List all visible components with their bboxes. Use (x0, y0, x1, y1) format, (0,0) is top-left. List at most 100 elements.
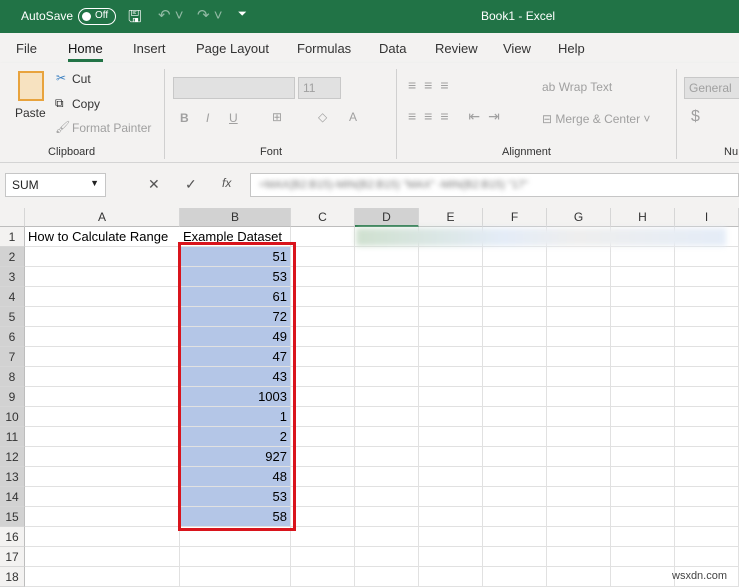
select-all-corner[interactable] (0, 208, 25, 227)
italic-button[interactable]: I (206, 111, 209, 125)
cell[interactable] (25, 307, 180, 327)
cell[interactable] (611, 367, 675, 387)
row-header[interactable]: 12 (0, 447, 25, 467)
tab-file[interactable]: File (16, 41, 37, 56)
cell[interactable] (547, 507, 611, 527)
cancel-icon[interactable]: ✕ (148, 176, 160, 193)
column-header[interactable]: H (611, 208, 675, 227)
cell[interactable] (25, 427, 180, 447)
vertical-align-icons[interactable]: ≡≡≡ (408, 77, 457, 93)
cell[interactable] (355, 427, 419, 447)
cell[interactable] (355, 487, 419, 507)
row-header[interactable]: 6 (0, 327, 25, 347)
insert-function-button[interactable]: fx (222, 176, 231, 190)
cell[interactable] (25, 527, 180, 547)
row-header[interactable]: 7 (0, 347, 25, 367)
cell[interactable] (611, 467, 675, 487)
cell[interactable] (25, 287, 180, 307)
cell[interactable] (419, 307, 483, 327)
worksheet-grid[interactable]: A B C D E F G H I 1 How to Calculate Range Example … (0, 208, 739, 587)
cell[interactable] (611, 507, 675, 527)
redo-icon[interactable]: ↷ ˅ (197, 6, 223, 24)
tab-review[interactable]: Review (435, 41, 478, 56)
cell[interactable] (355, 527, 419, 547)
row-header[interactable]: 15 (0, 507, 25, 527)
cell[interactable] (355, 467, 419, 487)
cell[interactable] (355, 407, 419, 427)
cell[interactable] (547, 567, 611, 587)
cell[interactable] (547, 467, 611, 487)
cell[interactable] (25, 327, 180, 347)
row-header[interactable]: 10 (0, 407, 25, 427)
cell[interactable] (419, 347, 483, 367)
cell[interactable] (547, 427, 611, 447)
cell[interactable] (291, 427, 355, 447)
cell[interactable] (291, 327, 355, 347)
cell[interactable] (483, 447, 547, 467)
column-header[interactable]: D (355, 208, 419, 227)
customize-qat-icon[interactable]: ⏷ (238, 8, 247, 21)
cell[interactable] (675, 367, 739, 387)
cell[interactable] (611, 407, 675, 427)
cell[interactable] (547, 307, 611, 327)
tab-help[interactable]: Help (558, 41, 585, 56)
cell[interactable] (25, 367, 180, 387)
cell[interactable] (483, 267, 547, 287)
cell[interactable] (419, 547, 483, 567)
cell[interactable] (483, 247, 547, 267)
cell[interactable] (419, 387, 483, 407)
cell[interactable] (547, 247, 611, 267)
row-header[interactable]: 18 (0, 567, 25, 587)
tab-home[interactable]: Home (68, 41, 103, 62)
cell[interactable] (291, 507, 355, 527)
cell[interactable] (419, 447, 483, 467)
column-header[interactable]: E (419, 208, 483, 227)
cell[interactable] (25, 507, 180, 527)
cell[interactable] (547, 287, 611, 307)
cell[interactable] (483, 467, 547, 487)
font-color-icon[interactable]: A (349, 110, 357, 124)
cell[interactable] (611, 427, 675, 447)
cell[interactable] (291, 447, 355, 467)
currency-button[interactable]: $ (691, 108, 700, 126)
cell[interactable] (419, 287, 483, 307)
column-header[interactable]: C (291, 208, 355, 227)
cell[interactable]: How to Calculate Range (25, 227, 180, 247)
cell[interactable] (291, 547, 355, 567)
cell[interactable] (483, 507, 547, 527)
cell[interactable] (25, 487, 180, 507)
tab-formulas[interactable]: Formulas (297, 41, 351, 56)
cell[interactable] (675, 527, 739, 547)
cell[interactable] (25, 347, 180, 367)
cell[interactable] (25, 567, 180, 587)
row-header[interactable]: 17 (0, 547, 25, 567)
cell[interactable] (291, 247, 355, 267)
cell[interactable] (547, 327, 611, 347)
cell[interactable] (675, 247, 739, 267)
cell[interactable] (419, 327, 483, 347)
cell[interactable] (675, 487, 739, 507)
cut-button[interactable]: Cut (72, 72, 91, 86)
cell[interactable] (675, 507, 739, 527)
row-header[interactable]: 16 (0, 527, 25, 547)
cell[interactable] (675, 307, 739, 327)
cell[interactable] (611, 487, 675, 507)
cell[interactable] (419, 467, 483, 487)
cell[interactable] (483, 327, 547, 347)
cell[interactable] (355, 247, 419, 267)
cell[interactable] (291, 407, 355, 427)
cell[interactable] (291, 367, 355, 387)
cell[interactable] (547, 407, 611, 427)
cell[interactable] (291, 567, 355, 587)
column-header[interactable]: F (483, 208, 547, 227)
tab-insert[interactable]: Insert (133, 41, 166, 56)
cell[interactable] (483, 407, 547, 427)
cell[interactable] (180, 567, 291, 587)
cell[interactable] (483, 287, 547, 307)
cell[interactable] (25, 547, 180, 567)
formula-input[interactable]: =MAX(B2:B15)-MIN(B2:B15) "MAX" -MIN(B2:B… (250, 173, 739, 197)
cell[interactable] (611, 267, 675, 287)
cell[interactable] (483, 427, 547, 447)
row-header[interactable]: 13 (0, 467, 25, 487)
row-header[interactable]: 2 (0, 247, 25, 267)
